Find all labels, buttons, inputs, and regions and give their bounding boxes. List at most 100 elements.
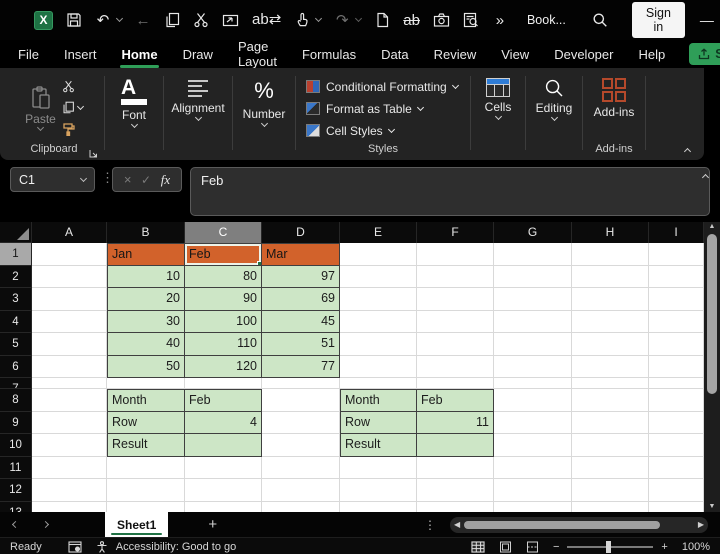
- cell[interactable]: [185, 479, 262, 502]
- cell[interactable]: [494, 378, 572, 389]
- sign-in-button[interactable]: Sign in: [631, 2, 685, 38]
- addins-icon[interactable]: [602, 78, 626, 102]
- touch-mode-icon[interactable]: [294, 11, 310, 29]
- cell-D4[interactable]: 45: [262, 310, 340, 333]
- fill-handle[interactable]: [257, 260, 261, 265]
- print-preview-icon[interactable]: [463, 11, 479, 29]
- cell[interactable]: [572, 355, 649, 378]
- cell[interactable]: [262, 378, 340, 389]
- cell[interactable]: [649, 310, 704, 333]
- row-header-13[interactable]: 13: [0, 501, 32, 512]
- cell-D5[interactable]: 51: [262, 333, 340, 356]
- cell[interactable]: [572, 479, 649, 502]
- row-header-2[interactable]: 2: [0, 265, 32, 288]
- alignment-group[interactable]: Alignment: [166, 72, 230, 160]
- horizontal-scroll-thumb[interactable]: [464, 520, 661, 529]
- cell-D2[interactable]: 97: [262, 265, 340, 288]
- undo-icon[interactable]: ↶: [95, 11, 111, 29]
- cell-F10[interactable]: [417, 434, 494, 457]
- cell[interactable]: [417, 501, 494, 512]
- cell[interactable]: [572, 501, 649, 512]
- cell-B3[interactable]: 20: [107, 288, 185, 311]
- undo-dropdown-icon[interactable]: [115, 14, 124, 23]
- copy-button[interactable]: [62, 100, 84, 116]
- row-header-11[interactable]: 11: [0, 456, 32, 479]
- cell-C10[interactable]: [185, 434, 262, 457]
- cell-F8[interactable]: Feb: [417, 389, 494, 412]
- cell[interactable]: [649, 243, 704, 266]
- cell[interactable]: [340, 243, 417, 266]
- cell[interactable]: [649, 333, 704, 356]
- sheet-options-icon[interactable]: ⋮: [424, 518, 436, 532]
- cell[interactable]: [340, 378, 417, 389]
- cell[interactable]: [32, 355, 107, 378]
- cell[interactable]: [185, 501, 262, 512]
- tab-insert[interactable]: Insert: [63, 43, 98, 66]
- cell[interactable]: [32, 310, 107, 333]
- column-header-d[interactable]: D: [262, 222, 340, 243]
- column-header-c[interactable]: C: [185, 222, 262, 243]
- horizontal-scrollbar[interactable]: ◀ ▶: [450, 516, 708, 533]
- zoom-level[interactable]: 100%: [682, 541, 710, 553]
- row-header-9[interactable]: 9: [0, 411, 32, 434]
- cell-B1[interactable]: Jan: [107, 243, 185, 266]
- insert-function-icon[interactable]: fx: [161, 172, 170, 188]
- cell[interactable]: [572, 265, 649, 288]
- cell-B6[interactable]: 50: [107, 355, 185, 378]
- clipboard-dialog-launcher-icon[interactable]: [89, 149, 98, 158]
- cell[interactable]: [185, 456, 262, 479]
- cell[interactable]: [32, 333, 107, 356]
- column-header-i[interactable]: I: [649, 222, 704, 243]
- column-header-g[interactable]: G: [494, 222, 572, 243]
- cell[interactable]: [262, 501, 340, 512]
- find-replace-icon[interactable]: ab ⇄: [252, 11, 281, 29]
- cell[interactable]: [32, 456, 107, 479]
- cell[interactable]: [32, 434, 107, 457]
- tab-data[interactable]: Data: [380, 43, 409, 66]
- cell[interactable]: [340, 501, 417, 512]
- cell-B8[interactable]: Month: [107, 389, 185, 412]
- cell[interactable]: [494, 243, 572, 266]
- zoom-in-button[interactable]: +: [661, 541, 667, 553]
- cell[interactable]: [572, 434, 649, 457]
- cell[interactable]: [417, 456, 494, 479]
- cell[interactable]: [417, 378, 494, 389]
- macro-record-icon[interactable]: [68, 541, 82, 553]
- cell[interactable]: [649, 265, 704, 288]
- cell[interactable]: [417, 479, 494, 502]
- scroll-up-icon[interactable]: ▲: [709, 222, 716, 232]
- cell[interactable]: [417, 333, 494, 356]
- cell[interactable]: [494, 288, 572, 311]
- cell-F9[interactable]: 11: [417, 411, 494, 434]
- cell[interactable]: [417, 265, 494, 288]
- cell[interactable]: [572, 411, 649, 434]
- cut-button[interactable]: [62, 79, 75, 95]
- row-header-6[interactable]: 6: [0, 355, 32, 378]
- new-file-icon[interactable]: [374, 11, 390, 29]
- cell[interactable]: [32, 479, 107, 502]
- cell[interactable]: [649, 288, 704, 311]
- cell[interactable]: [107, 479, 185, 502]
- cell[interactable]: [32, 243, 107, 266]
- row-header-1[interactable]: 1: [0, 243, 32, 266]
- minimize-icon[interactable]: —: [685, 0, 720, 40]
- cell[interactable]: [340, 265, 417, 288]
- cell[interactable]: [494, 479, 572, 502]
- cell-B4[interactable]: 30: [107, 310, 185, 333]
- accessibility-icon[interactable]: [96, 541, 108, 553]
- cell[interactable]: [32, 378, 107, 389]
- cell[interactable]: [572, 389, 649, 412]
- cut-icon[interactable]: [193, 11, 209, 29]
- cell[interactable]: [494, 265, 572, 288]
- cell[interactable]: [107, 378, 185, 389]
- row-header-8[interactable]: 8: [0, 389, 32, 412]
- cell[interactable]: [32, 265, 107, 288]
- row-header-3[interactable]: 3: [0, 288, 32, 311]
- row-header-7[interactable]: 7: [0, 378, 32, 389]
- cell[interactable]: [649, 378, 704, 389]
- cell[interactable]: [32, 389, 107, 412]
- cell-B5[interactable]: 40: [107, 333, 185, 356]
- collapse-ribbon-icon[interactable]: [683, 147, 692, 156]
- more-commands-icon[interactable]: »: [492, 11, 508, 29]
- excel-logo-icon[interactable]: X: [34, 10, 53, 30]
